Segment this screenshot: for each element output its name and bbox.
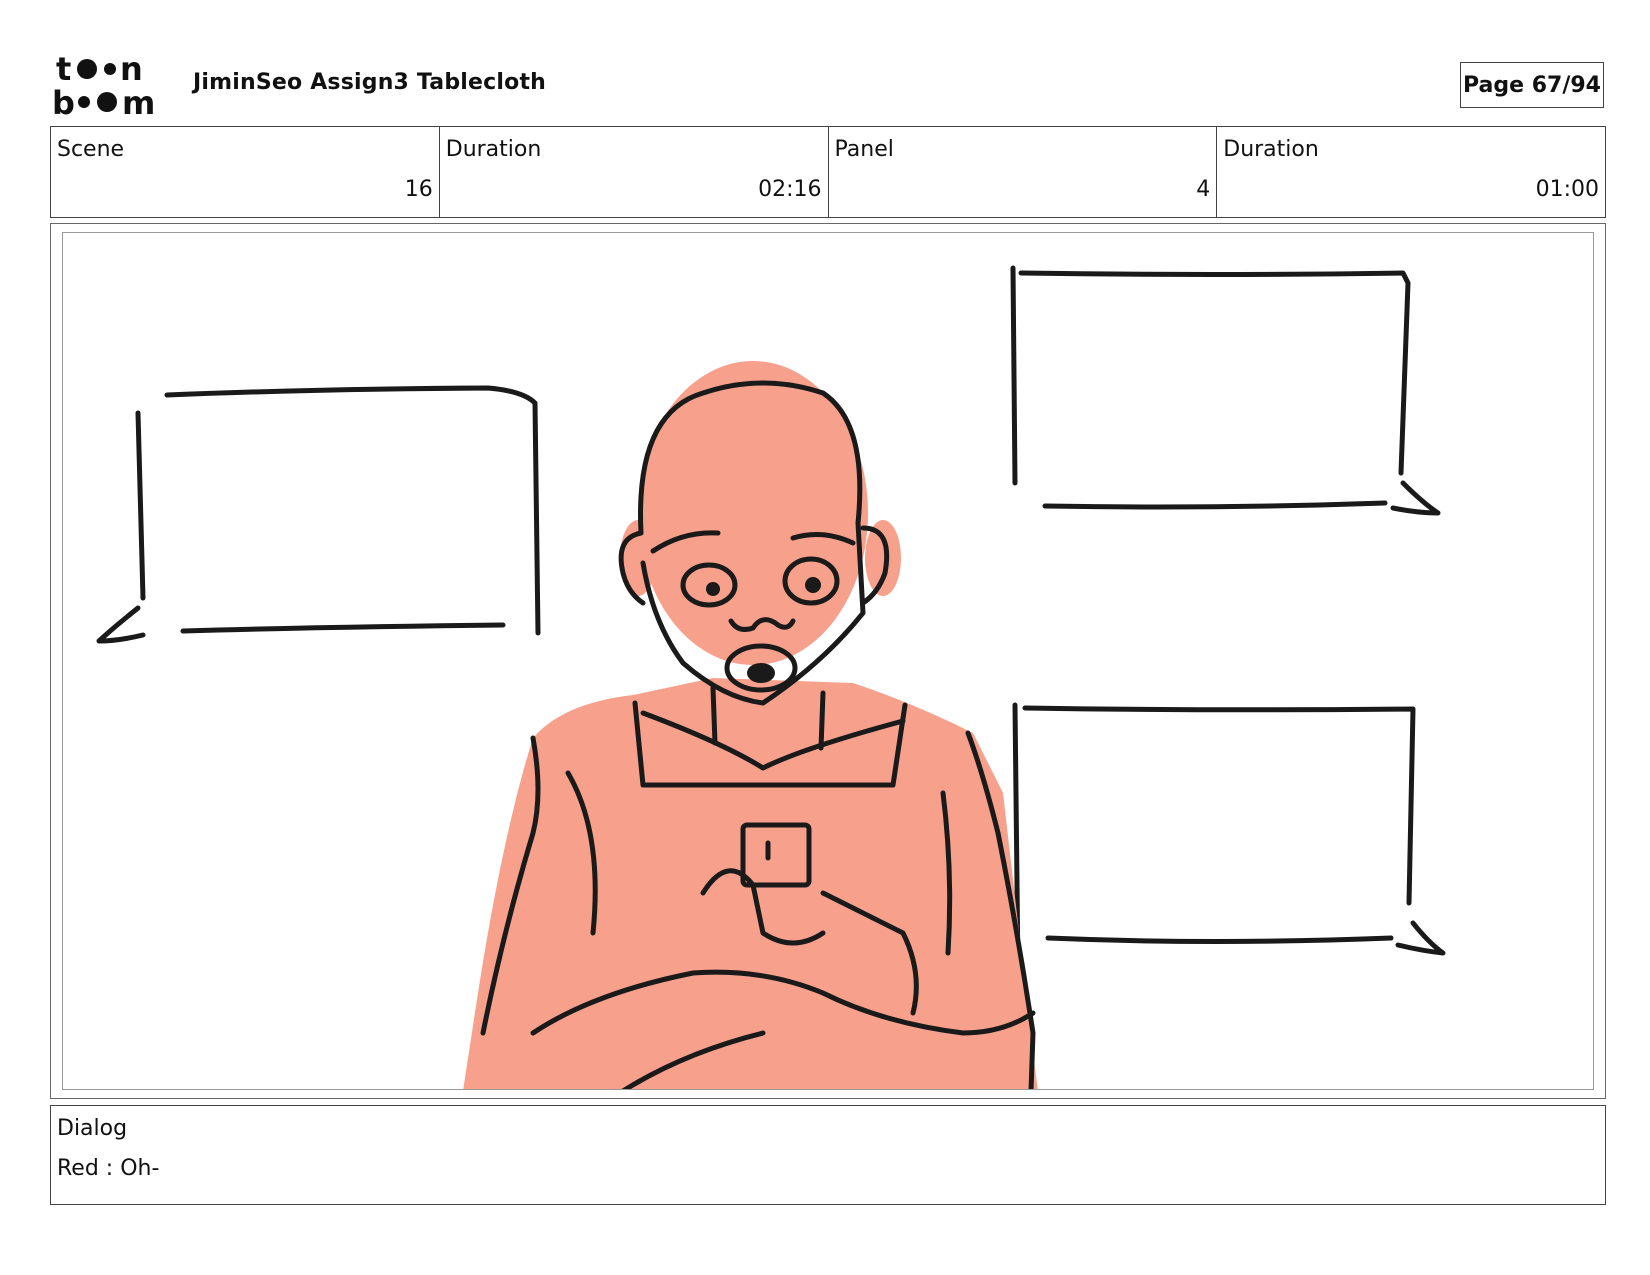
character-red-icon [463, 361, 1038, 1089]
bottom-right-tv-frame-icon [1012, 702, 1446, 976]
svg-text:b: b [52, 84, 75, 118]
panel-value: 4 [1196, 177, 1211, 202]
scene-info-table: Scene 16 Duration 02:16 Panel 4 Duration… [50, 126, 1606, 218]
scene-duration-label: Duration [445, 137, 542, 162]
document-title: JiminSeo Assign3 Tablecloth [193, 70, 547, 95]
panel-cell: Panel 4 [829, 127, 1218, 217]
scene-cell: Scene 16 [51, 127, 440, 217]
page-indicator: Page 67/94 [1460, 62, 1604, 108]
dialog-box: Dialog Red : Oh- [50, 1105, 1606, 1205]
svg-text:n: n [120, 52, 143, 88]
panel-duration-value: 01:00 [1535, 177, 1599, 202]
scene-duration-value: 02:16 [758, 177, 822, 202]
left-tv-frame-icon [96, 385, 541, 644]
panel-frame [62, 232, 1594, 1090]
dialog-label: Dialog [57, 1116, 128, 1141]
scene-value: 16 [404, 177, 433, 202]
panel-duration-cell: Duration 01:00 [1217, 127, 1605, 217]
storyboard-sketch [96, 265, 1446, 1089]
svg-text:m: m [122, 84, 155, 118]
panel-duration-label: Duration [1223, 137, 1319, 162]
panel-label: Panel [834, 137, 894, 162]
scene-duration-cell: Duration 02:16 [440, 127, 829, 217]
toon-boom-logo: t n b m [52, 52, 155, 118]
svg-text:t: t [56, 52, 71, 88]
top-right-tv-frame-icon [1010, 265, 1441, 516]
dialog-text: Red : Oh- [57, 1156, 160, 1181]
scene-label: Scene [57, 137, 125, 162]
